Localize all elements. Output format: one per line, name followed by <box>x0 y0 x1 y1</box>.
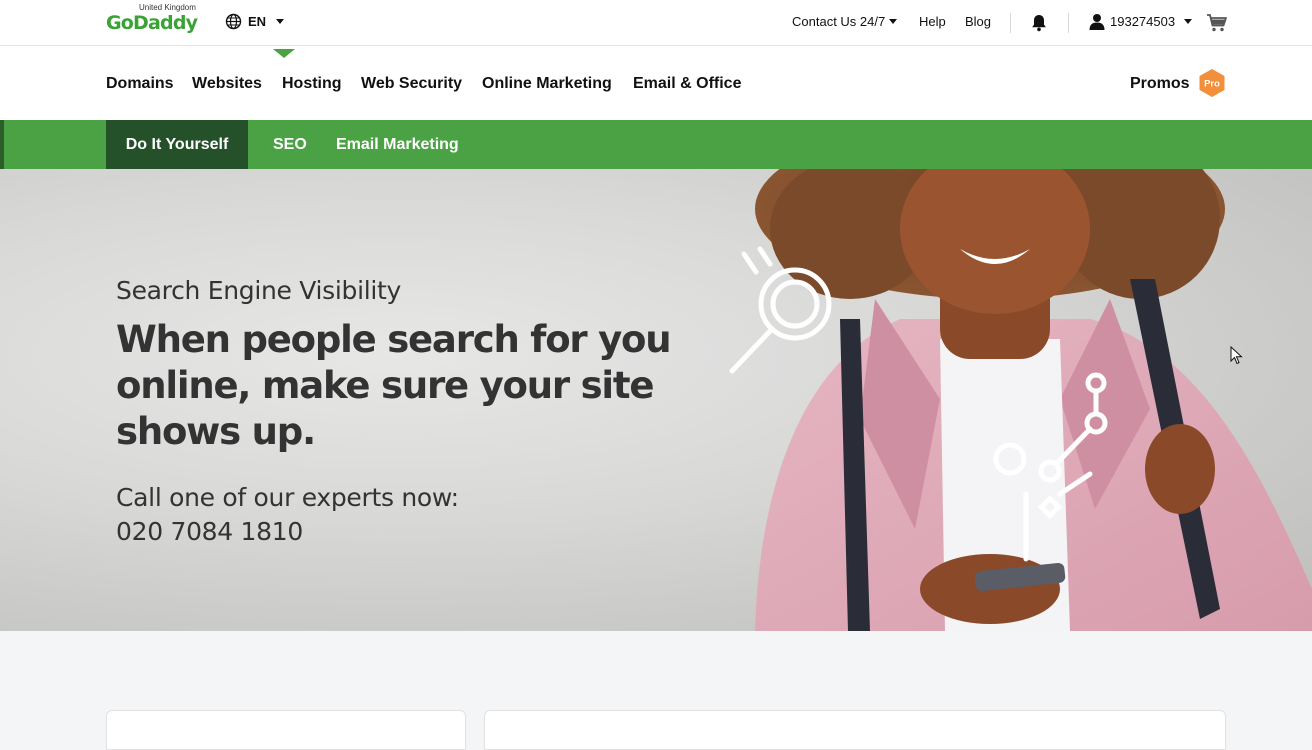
content-card <box>106 710 466 750</box>
nav-item-web-security[interactable]: Web Security <box>361 75 462 93</box>
language-label: EN <box>248 14 267 29</box>
nav-item-domains[interactable]: Domains <box>106 75 174 93</box>
subnav-edge <box>0 120 4 169</box>
pro-badge-label: Pro <box>1204 79 1220 90</box>
main-nav: Domains Websites Hosting Web Security On… <box>0 46 1312 120</box>
bell-icon[interactable] <box>1031 14 1047 32</box>
contact-us-label: Contact Us 24/7 <box>792 14 886 29</box>
hero-banner: Search Engine Visibility When people sea… <box>0 169 1312 631</box>
active-tab-pointer <box>273 49 295 58</box>
mouse-cursor-icon <box>1230 346 1243 365</box>
godaddy-logo[interactable]: United Kingdom GoDaddy <box>106 3 202 39</box>
globe-icon <box>225 13 242 30</box>
pro-badge[interactable]: Pro <box>1198 68 1226 98</box>
hero-headline: When people search for you online, make … <box>116 318 672 453</box>
user-icon <box>1089 14 1105 30</box>
utility-bar: United Kingdom GoDaddy EN Contact Us 24/… <box>0 0 1312 46</box>
hero-cta-line: Call one of our experts now: <box>116 483 459 512</box>
chevron-down-icon <box>1184 19 1193 24</box>
contact-us-menu[interactable]: Contact Us 24/7 <box>792 14 898 29</box>
hero-call-to-action: Call one of our experts now: 020 7084 18… <box>116 481 459 549</box>
language-selector[interactable]: EN <box>225 13 285 30</box>
nav-item-websites[interactable]: Websites <box>192 75 262 93</box>
help-link[interactable]: Help <box>919 14 946 29</box>
hero-kicker: Search Engine Visibility <box>116 276 402 305</box>
nav-item-hosting[interactable]: Hosting <box>282 75 342 93</box>
account-menu[interactable]: 193274503 <box>1089 13 1193 30</box>
sub-nav: Do It Yourself SEO Email Marketing <box>0 120 1312 169</box>
chevron-down-icon <box>889 19 898 24</box>
cart-icon[interactable] <box>1206 13 1228 33</box>
divider <box>1068 13 1069 33</box>
nav-item-promos[interactable]: Promos <box>1130 75 1190 93</box>
divider <box>1010 13 1011 33</box>
subnav-do-it-yourself[interactable]: Do It Yourself <box>106 120 248 169</box>
logo-wordmark: GoDaddy <box>106 12 198 34</box>
blog-link[interactable]: Blog <box>965 14 991 29</box>
hero-photo <box>729 169 1312 631</box>
content-card <box>484 710 1226 750</box>
logo-region: United Kingdom <box>139 3 196 12</box>
phone-number[interactable]: 020 7084 1810 <box>116 515 459 549</box>
subnav-item-seo[interactable]: SEO <box>273 136 307 154</box>
nav-item-email-office[interactable]: Email & Office <box>633 75 741 93</box>
account-id: 193274503 <box>1110 14 1176 29</box>
chevron-down-icon <box>276 19 285 24</box>
subnav-item-email-marketing[interactable]: Email Marketing <box>336 136 459 154</box>
nav-item-online-marketing[interactable]: Online Marketing <box>482 75 612 93</box>
